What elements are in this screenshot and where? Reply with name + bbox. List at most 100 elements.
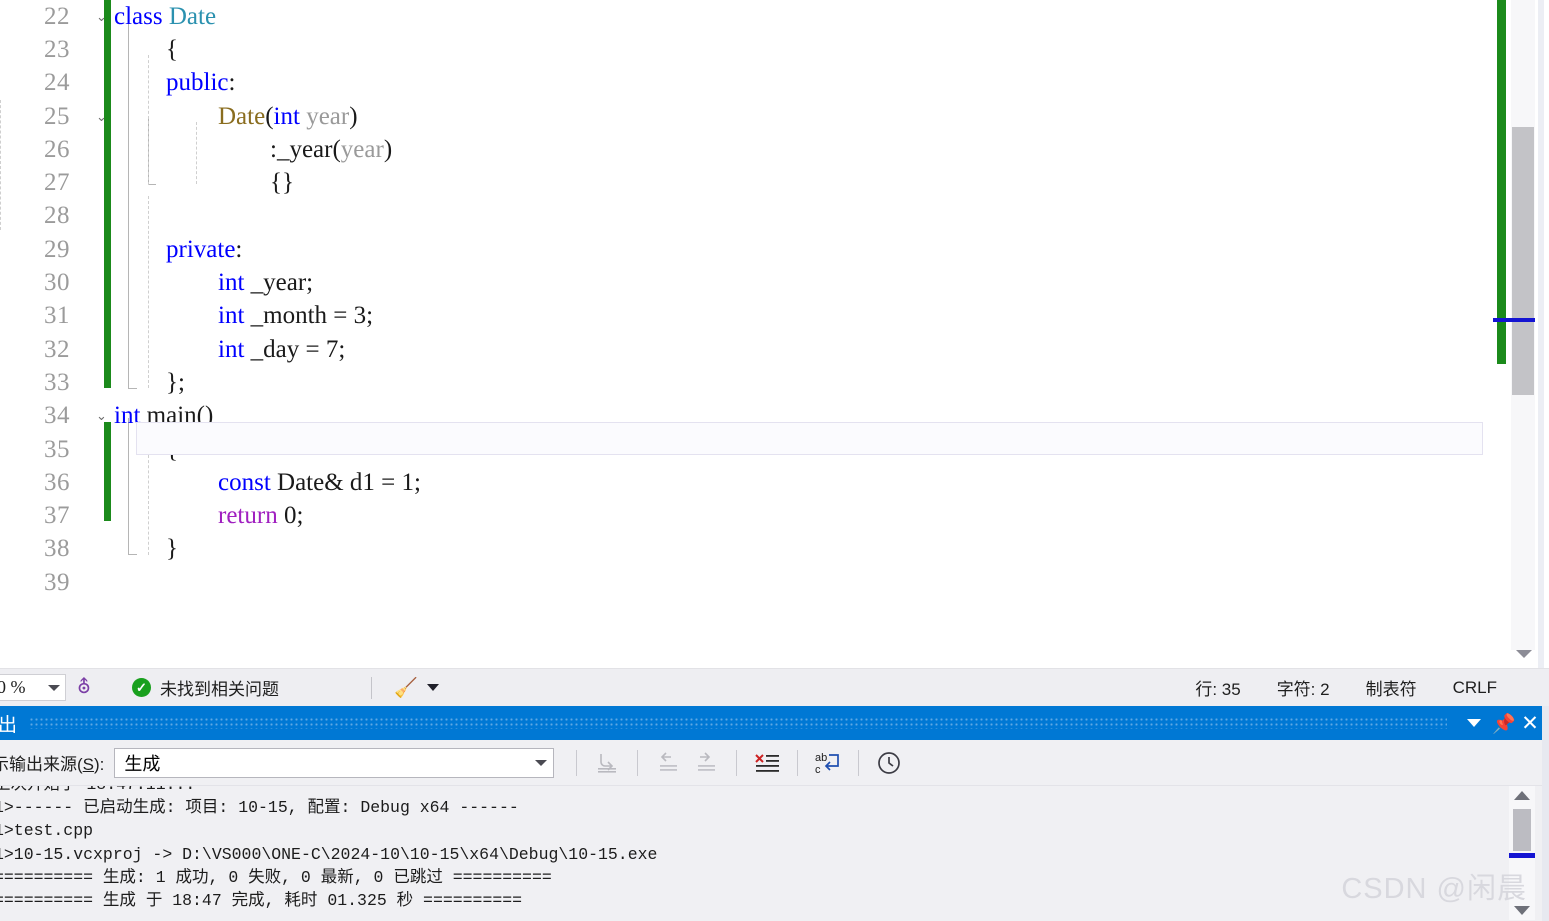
code-text[interactable]: {	[114, 36, 1483, 64]
code-line[interactable]: 25 ⌄ Date(int year)	[0, 100, 1483, 133]
folding-margin[interactable]	[94, 67, 114, 100]
code-cleanup-button[interactable]: 🧹	[394, 676, 439, 700]
find-message-button[interactable]	[588, 746, 626, 780]
problems-status[interactable]: ✓ 未找到相关问题	[132, 675, 279, 700]
code-line[interactable]: 23 {	[0, 33, 1483, 66]
clear-all-button[interactable]	[748, 746, 786, 780]
chevron-down-icon[interactable]: ⌄	[96, 10, 109, 23]
scroll-up-arrow-icon[interactable]	[1514, 791, 1530, 800]
code-text[interactable]: }	[114, 535, 1483, 563]
code-token: year	[340, 135, 384, 163]
code-text[interactable]: int _month = 3;	[114, 302, 1483, 330]
folding-margin[interactable]: ⌄	[94, 0, 114, 33]
folding-margin[interactable]	[94, 266, 114, 299]
code-text[interactable]: {}	[114, 169, 1483, 197]
code-text[interactable]: class Date	[114, 3, 1483, 31]
toggle-word-wrap-button[interactable]: ab c	[809, 746, 847, 780]
code-token: :_year	[270, 135, 333, 163]
folding-margin[interactable]	[94, 300, 114, 333]
broom-icon: 🧹	[394, 677, 418, 699]
code-text[interactable]: const Date& d1 = 1;	[114, 469, 1483, 497]
zoom-level-value: 0 %	[0, 677, 26, 697]
editor-scrollbar-column[interactable]	[1483, 0, 1549, 668]
folding-margin[interactable]	[94, 233, 114, 266]
code-line[interactable]: 26 :_year(year)	[0, 133, 1483, 166]
code-text[interactable]: Date(int year)	[114, 103, 1483, 131]
chevron-down-icon[interactable]: ⌄	[96, 409, 109, 422]
code-line[interactable]: 22 ⌄ class Date	[0, 0, 1483, 33]
line-number: 26	[44, 135, 70, 163]
vertical-scrollbar-thumb[interactable]	[1512, 127, 1534, 395]
panel-drag-grip[interactable]	[29, 717, 1447, 729]
toolbar-separator	[637, 749, 639, 776]
output-toolbar[interactable]: 示输出来源(S): 生成 ab c	[0, 740, 1549, 786]
folding-margin[interactable]	[94, 33, 114, 66]
output-scrollbar-thumb[interactable]	[1513, 809, 1531, 851]
code-line[interactable]: 37 return 0;	[0, 499, 1483, 532]
caret-position-marker	[1493, 318, 1535, 322]
code-text[interactable]: return 0;	[114, 502, 1483, 530]
show-timestamps-button[interactable]	[870, 746, 908, 780]
folding-margin[interactable]: ⌄	[94, 100, 114, 133]
code-line[interactable]: 38}	[0, 533, 1483, 566]
go-to-next-message-button[interactable]	[687, 746, 725, 780]
code-line[interactable]: 24 public:	[0, 67, 1483, 100]
line-number: 33	[44, 368, 70, 396]
code-token: _month = 3;	[244, 302, 374, 330]
folding-margin[interactable]	[94, 499, 114, 532]
output-panel-pin-button[interactable]: 📌	[1489, 706, 1519, 740]
folding-margin[interactable]	[94, 566, 114, 599]
chevron-down-icon[interactable]	[535, 759, 548, 766]
code-line[interactable]: 32 int _day = 7;	[0, 333, 1483, 366]
code-line[interactable]: 30 int _year;	[0, 266, 1483, 299]
code-text[interactable]: private:	[114, 236, 1483, 264]
char-indicator[interactable]: 字符: 2	[1277, 675, 1330, 700]
go-to-previous-message-button[interactable]	[649, 746, 687, 780]
line-indicator[interactable]: 行: 35	[1195, 675, 1240, 700]
indent-mode-indicator[interactable]: 制表符	[1366, 675, 1417, 700]
folding-margin[interactable]	[94, 433, 114, 466]
chevron-down-icon[interactable]: ⌄	[96, 110, 109, 123]
csdn-watermark: CSDN @闲晨	[1341, 873, 1527, 905]
output-source-select[interactable]: 生成	[114, 747, 555, 778]
code-line[interactable]: 27 {}	[0, 166, 1483, 199]
folding-margin[interactable]	[94, 366, 114, 399]
folding-margin[interactable]	[94, 466, 114, 499]
code-text[interactable]: public:	[114, 69, 1483, 97]
folding-margin[interactable]	[94, 533, 114, 566]
folding-margin[interactable]	[94, 333, 114, 366]
chevron-down-icon[interactable]	[426, 684, 439, 691]
scroll-down-arrow-icon[interactable]	[1514, 906, 1530, 915]
scroll-down-arrow-icon[interactable]	[1516, 650, 1532, 658]
folding-margin[interactable]: ⌄	[94, 400, 114, 433]
code-text[interactable]: :_year(year)	[114, 136, 1483, 164]
code-line[interactable]: 39	[0, 566, 1483, 599]
indent-guide	[148, 196, 149, 388]
code-text[interactable]: int _year;	[114, 269, 1483, 297]
intellicode-status-button[interactable]: ⛢	[66, 676, 102, 699]
output-panel-menu-button[interactable]	[1459, 706, 1489, 740]
code-line[interactable]: 36 const Date& d1 = 1;	[0, 466, 1483, 499]
code-editor[interactable]: 22 ⌄ class Date 23{24 public: 25 ⌄ Date(int yea…	[0, 0, 1549, 668]
folding-margin[interactable]	[94, 166, 114, 199]
chevron-down-icon[interactable]	[48, 684, 60, 691]
line-list[interactable]: 22 ⌄ class Date 23{24 public: 25 ⌄ Date(int yea…	[0, 0, 1483, 599]
code-token: :	[228, 69, 236, 97]
code-line[interactable]: 29 private:	[0, 233, 1483, 266]
eol-indicator[interactable]: CRLF	[1453, 678, 1497, 698]
code-lines-container[interactable]: 22 ⌄ class Date 23{24 public: 25 ⌄ Date(int yea…	[0, 0, 1483, 668]
folding-margin[interactable]	[94, 200, 114, 233]
zoom-level-dropdown[interactable]: 0 %	[0, 674, 66, 701]
output-log-body[interactable]: 上次开始于 18:47:11... 1>------ 已启动生成: 项目: 10…	[0, 786, 1549, 920]
code-line[interactable]: 33};	[0, 366, 1483, 399]
code-token: private	[166, 235, 236, 263]
code-line[interactable]: 28	[0, 200, 1483, 233]
folding-margin[interactable]	[94, 133, 114, 166]
line-number: 25	[44, 102, 70, 130]
toolbar-separator	[736, 749, 738, 776]
code-line[interactable]: 31 int _month = 3;	[0, 300, 1483, 333]
toggle-word-wrap-icon: ab c	[815, 752, 840, 776]
code-text[interactable]: int _day = 7;	[114, 336, 1483, 364]
code-text[interactable]: };	[114, 369, 1483, 397]
output-panel-header[interactable]: 出 📌 ✕	[0, 706, 1549, 740]
